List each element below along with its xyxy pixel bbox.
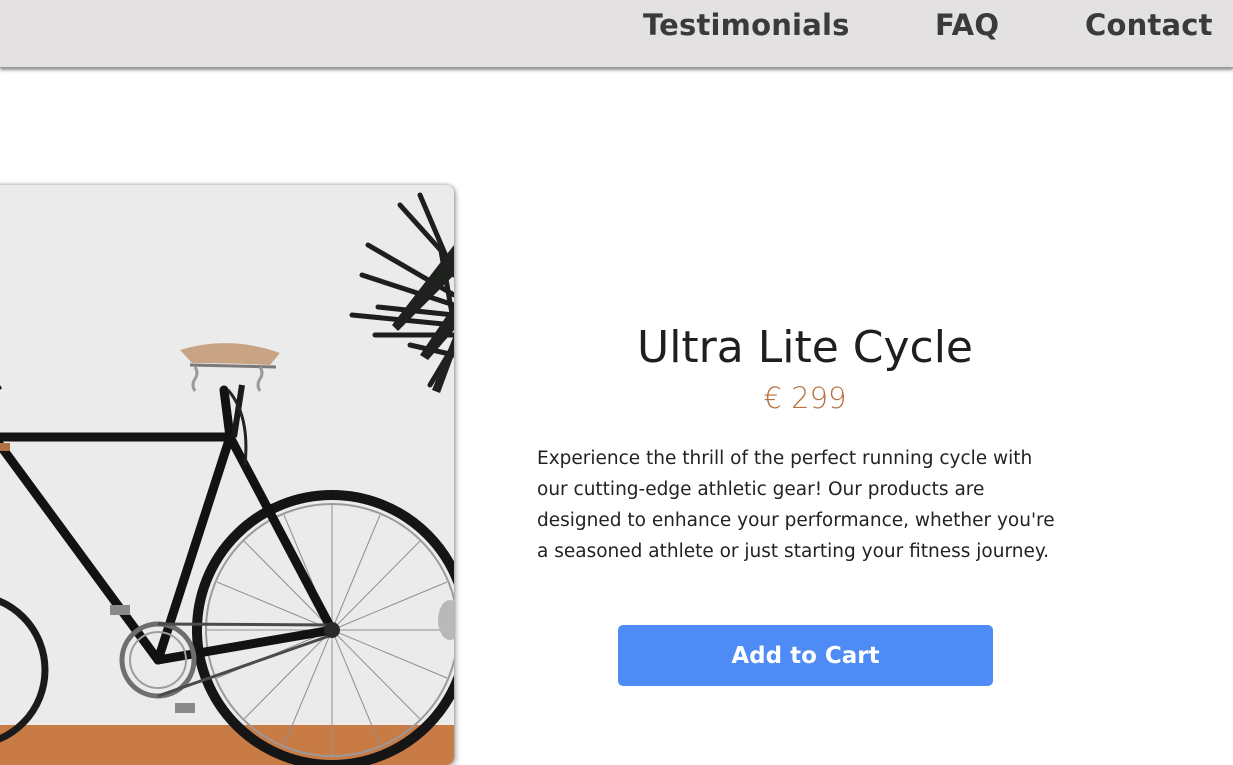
bicycle-photo	[0, 185, 454, 765]
product-image	[0, 185, 454, 765]
top-navbar: Testimonials FAQ Contact	[0, 0, 1233, 68]
add-to-cart-button[interactable]: Add to Cart	[618, 625, 993, 686]
product-title: Ultra Lite Cycle	[636, 322, 973, 373]
product-price: € 299	[763, 381, 847, 415]
product-description: Experience the thrill of the perfect run…	[537, 448, 1055, 562]
nav-link-faq[interactable]: FAQ	[935, 8, 999, 42]
nav-link-testimonials[interactable]: Testimonials	[643, 8, 850, 42]
nav-link-contact[interactable]: Contact	[1085, 8, 1213, 42]
